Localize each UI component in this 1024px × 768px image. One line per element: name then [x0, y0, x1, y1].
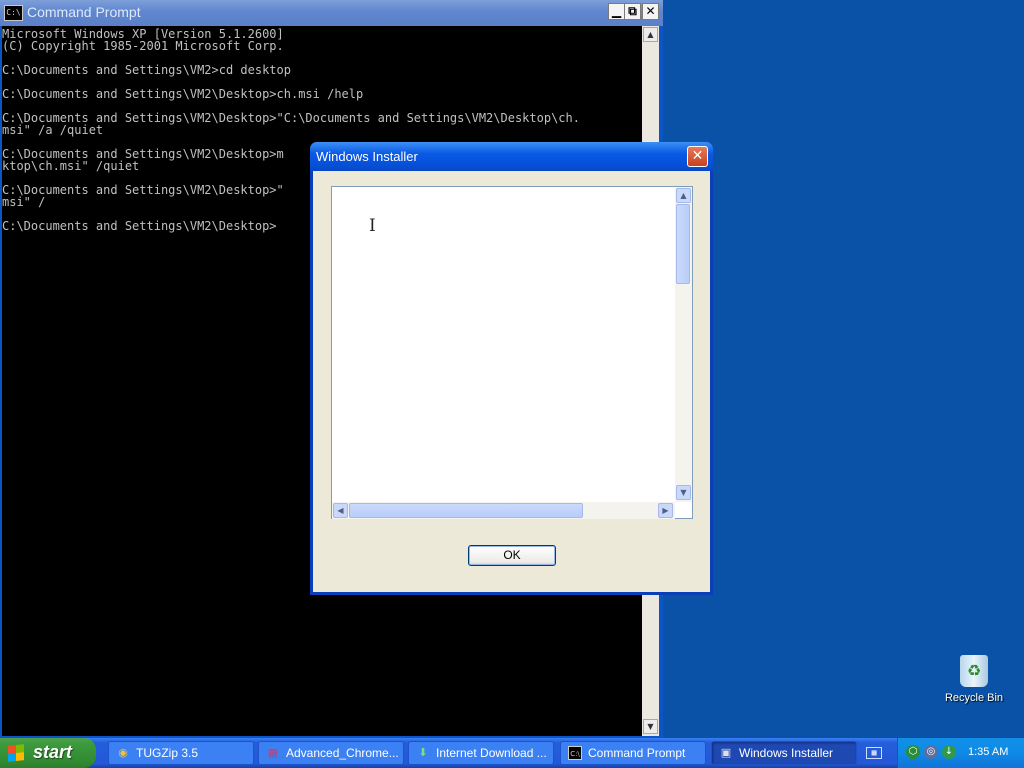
ok-button[interactable]: OK: [468, 545, 556, 566]
textbox-horizontal-thumb[interactable]: [349, 503, 583, 518]
cmd-close-button[interactable]: ✕: [642, 3, 659, 20]
idm-icon: ⬇: [418, 746, 428, 759]
taskbar-item-label: TUGZip 3.5: [136, 746, 199, 760]
cmd-icon: C:\: [568, 746, 582, 760]
minimize-button[interactable]: ▁: [608, 3, 625, 20]
textbox-horizontal-scrollbar[interactable]: ◀ ▶: [332, 502, 675, 519]
textbox-vertical-thumb[interactable]: [676, 204, 690, 284]
restore-button[interactable]: ⧉: [624, 3, 641, 20]
dialog-close-button[interactable]: ✕: [687, 146, 708, 167]
taskbar-item-windows-installer[interactable]: ▣ Windows Installer: [711, 741, 857, 765]
taskbar-item-internet-download[interactable]: ⬇ Internet Download ...: [408, 741, 554, 765]
cmd-window-title: Command Prompt: [27, 4, 141, 20]
taskbar-item-label: Internet Download ...: [436, 746, 547, 760]
recycle-bin-icon[interactable]: ♻: [960, 655, 988, 687]
installer-icon: ▣: [720, 746, 732, 759]
text-cursor-icon: I: [369, 216, 376, 236]
taskbar-item-label: Advanced_Chrome...: [286, 746, 399, 760]
taskbar-item-winrar[interactable]: ▦ Advanced_Chrome...: [258, 741, 404, 765]
taskbar-item-label: Command Prompt: [588, 746, 686, 760]
recycle-bin-shortcut[interactable]: ♻ Recycle Bin: [936, 655, 1012, 704]
scroll-up-arrow-icon[interactable]: ▲: [643, 27, 658, 42]
clock[interactable]: 1:35 AM: [968, 746, 1008, 758]
dialog-title: Windows Installer: [316, 149, 418, 164]
archive-icon: ◉: [118, 746, 128, 759]
textbox-scroll-up-icon[interactable]: ▲: [676, 188, 691, 203]
windows-installer-dialog[interactable]: Windows Installer ✕ I ▲ ▼ ◀ ▶ OK: [310, 142, 713, 595]
recycle-bin-label[interactable]: Recycle Bin: [936, 692, 1012, 704]
keyboard-icon[interactable]: ▦: [866, 747, 882, 759]
dialog-body: I ▲ ▼ ◀ ▶ OK: [313, 171, 710, 592]
system-tray: ⬡ ◎ ↓ 1:35 AM: [897, 738, 1024, 768]
scroll-down-arrow-icon[interactable]: ▼: [643, 719, 658, 734]
installer-message-textbox[interactable]: I ▲ ▼ ◀ ▶: [331, 186, 693, 519]
windows-logo-icon: [8, 744, 24, 762]
start-label: start: [33, 742, 73, 762]
textbox-scroll-down-icon[interactable]: ▼: [676, 485, 691, 500]
start-button[interactable]: start: [0, 738, 96, 768]
dialog-title-bar[interactable]: Windows Installer ✕: [310, 142, 713, 171]
taskbar-item-tugzip[interactable]: ◉ TUGZip 3.5: [108, 741, 254, 765]
taskbar-item-command-prompt[interactable]: C:\ Command Prompt: [560, 741, 706, 765]
network-icon[interactable]: ⬡: [906, 745, 920, 759]
cmd-title-bar[interactable]: C:\ Command Prompt ▁ ⧉ ✕: [0, 0, 663, 26]
textbox-scroll-right-icon[interactable]: ▶: [658, 503, 673, 518]
textbox-vertical-scrollbar[interactable]: ▲ ▼: [675, 187, 692, 502]
taskbar-item-label: Windows Installer: [739, 746, 834, 760]
download-tray-icon[interactable]: ↓: [942, 745, 956, 759]
textbox-scroll-left-icon[interactable]: ◀: [333, 503, 348, 518]
taskbar: start ◉ TUGZip 3.5 ▦ Advanced_Chrome... …: [0, 738, 1024, 768]
winrar-icon: ▦: [267, 746, 279, 759]
cmd-app-icon[interactable]: C:\: [4, 5, 23, 21]
security-icon[interactable]: ◎: [924, 745, 938, 759]
